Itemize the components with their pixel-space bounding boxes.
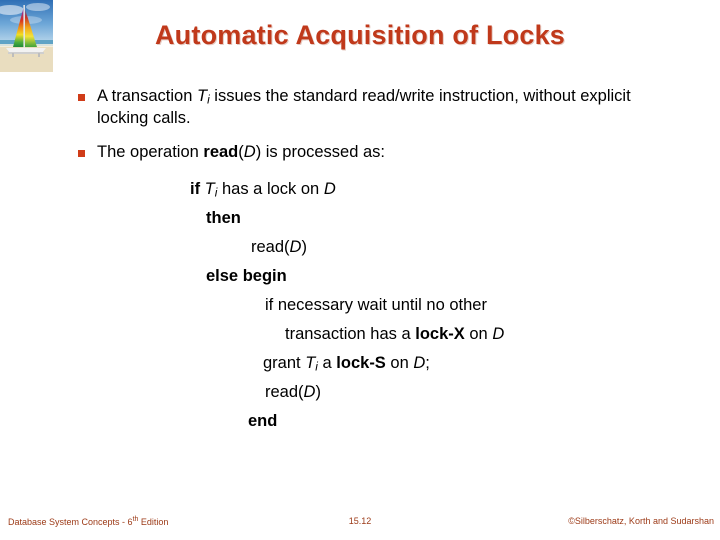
pseudocode-line: end [0,407,720,436]
bullet-item: The operation read(D) is processed as: [0,142,720,163]
slide-footer: Database System Concepts - 6th Edition 1… [0,516,720,530]
text-run: D [289,238,302,257]
text-run: if necessary wait until no other [265,296,487,315]
text-run: transaction has a [285,325,416,344]
bullet-item: A transaction Ti issues the standard rea… [0,86,720,129]
text-run: The operation [97,142,204,161]
text-run: D [413,354,426,373]
text-run: read( [251,238,290,257]
text-run: on [385,354,414,373]
pseudocode-line: read(D) [0,233,720,262]
square-bullet-icon [78,94,85,101]
text-run: has a lock on [217,180,324,199]
text-run: A transaction [97,87,197,105]
footer-copyright: ©Silberschatz, Korth and Sudarshan [568,516,714,526]
pseudocode-line: read(D) [0,378,720,407]
pseudocode-block: if Ti has a lock on Dthen read(D) else beg… [0,175,720,436]
pseudocode-line: if Ti has a lock on D [0,175,720,204]
text-run: ; [425,354,430,373]
text-run: if [190,180,205,199]
bullet-text: A transaction Ti issues the standard rea… [97,87,631,127]
text-run: end [248,412,278,431]
bullet-list: A transaction Ti issues the standard rea… [0,86,720,163]
text-run: D [303,383,316,402]
text-run: lock-S [336,354,386,373]
text-run: ) is processed as: [255,142,385,161]
text-run: D [243,142,256,161]
text-run: lock-X [415,325,465,344]
text-run: a [317,354,337,373]
text-run: read( [265,383,304,402]
pseudocode-line: if necessary wait until no other [0,291,720,320]
text-run: then [206,209,241,228]
text-run: else begin [206,267,287,286]
page-title: Automatic Acquisition of Locks [154,20,566,50]
text-run: ) [315,383,321,402]
text-run: grant [263,354,306,373]
square-bullet-icon [78,149,85,157]
pseudocode-line: transaction has a lock-X on D [0,320,720,349]
text-run: ) [301,238,307,257]
text-run: D [492,325,505,344]
pseudocode-line: else begin [0,262,720,291]
text-run: T [305,354,316,373]
text-run: D [323,180,336,199]
text-run: read [203,142,239,161]
text-run: T [204,180,215,199]
pseudocode-line: then [0,204,720,233]
text-run: on [464,325,493,344]
pseudocode-line: grant Ti a lock-S on D; [0,349,720,378]
text-run: T [196,87,208,105]
bullet-text: The operation read(D) is processed as: [97,143,385,161]
slide-body: A transaction Ti issues the standard rea… [0,86,720,436]
